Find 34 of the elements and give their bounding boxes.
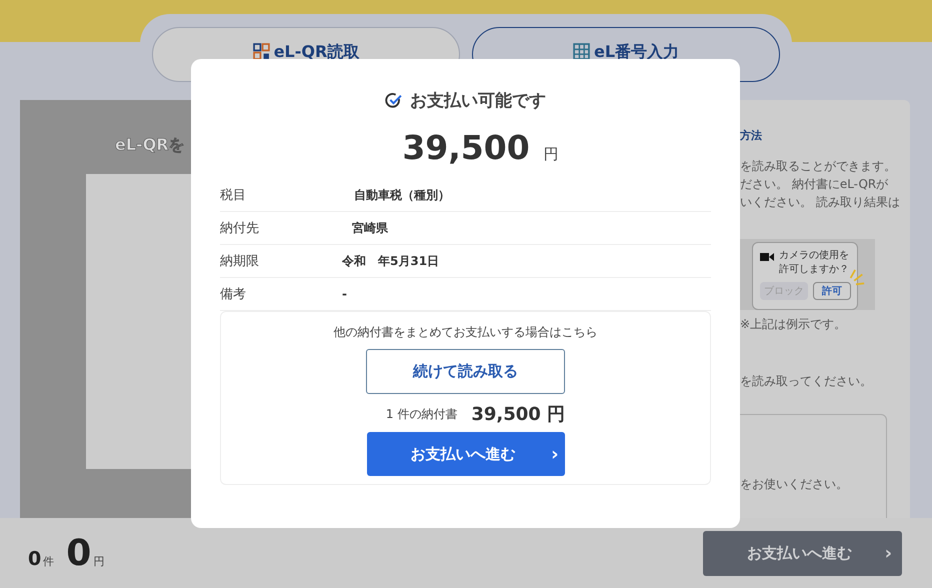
currency-unit: 円 xyxy=(93,554,104,568)
info-text: をお使いください。 xyxy=(740,476,848,493)
summary-amount: 39,500 円 xyxy=(471,403,566,426)
field-value: - xyxy=(342,287,347,301)
count-unit: 件 xyxy=(43,554,54,568)
reader-heading: eL-QRを xyxy=(115,135,186,156)
field-label: 税目 xyxy=(220,187,247,204)
check-circle-icon xyxy=(385,92,402,109)
video-camera-icon xyxy=(760,252,774,262)
guide-text: ださい。 納付書にeL-QRが xyxy=(740,176,890,193)
guide-heading: 方法 xyxy=(740,128,763,143)
batch-prompt: 他の納付書をまとめてお支払いする場合はこちら xyxy=(334,324,598,341)
keypad-icon xyxy=(572,43,590,60)
field-value: 自動車税（種別） xyxy=(354,186,450,204)
dialog-title: お支払い可能です xyxy=(410,90,546,112)
field-label: 備考 xyxy=(220,286,247,303)
summary-label: 1 件の納付書 xyxy=(386,406,458,422)
item-count: 0 xyxy=(28,548,42,570)
total-amount: 0 xyxy=(66,532,92,574)
field-value: 宮崎県 xyxy=(352,220,388,236)
example-note: ※上記は例示です。 xyxy=(740,316,848,334)
continue-scan-button[interactable]: 続けて読み取る xyxy=(366,349,565,394)
payment-amount: 39,500 xyxy=(402,128,530,167)
instruction-text: を読み取ってください。 xyxy=(740,373,873,390)
field-label: 納期限 xyxy=(220,253,260,270)
permission-text: カメラの使用を許可しますか？ xyxy=(779,249,850,277)
proceed-button[interactable]: お支払いへ進む › xyxy=(366,432,564,476)
currency-unit: 円 xyxy=(544,145,559,164)
field-value: 令和 年5月31日 xyxy=(342,252,440,270)
qr-code-icon xyxy=(252,43,270,60)
field-label: 納付先 xyxy=(220,220,260,237)
sparkle-icon xyxy=(847,269,865,287)
guide-text: を読み取ることができます。 xyxy=(740,158,897,175)
guide-text: いください。 読み取り結果は xyxy=(740,194,901,211)
